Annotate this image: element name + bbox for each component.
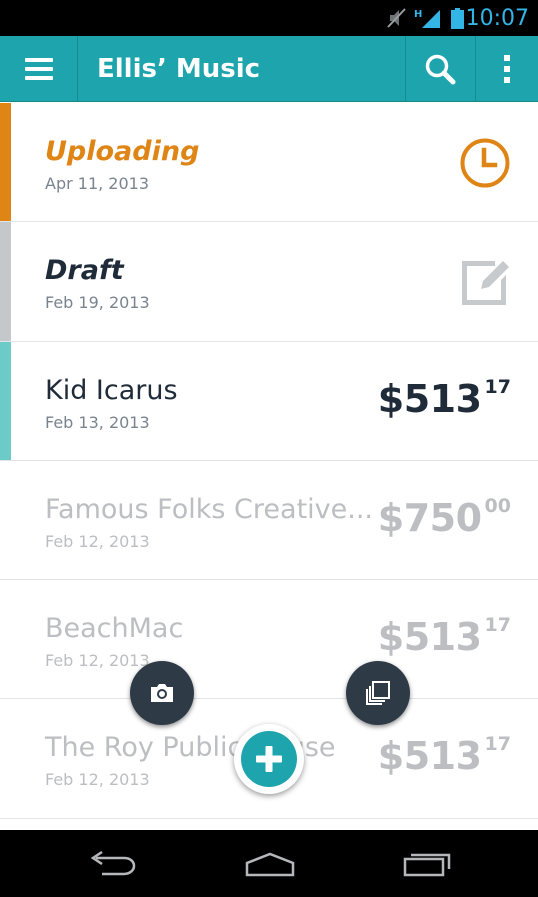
mute-icon [385,0,407,36]
item-amount: $513 17 [377,614,511,660]
status-stripe [0,103,11,222]
item-title: Draft [45,255,124,287]
item-date: Feb 19, 2013 [45,293,150,313]
app-bar: Ellis’ Music [0,36,538,102]
status-bar: H 10:07 [0,0,538,36]
item-title: Kid Icarus [45,374,178,406]
back-icon [90,850,136,875]
add-button-circle [241,731,297,787]
amount-cents: 17 [484,375,511,398]
amount-dollars: $513 [377,376,482,421]
overflow-menu-icon [503,55,510,83]
item-date: Feb 13, 2013 [45,412,150,432]
app-bar-divider [77,36,78,102]
add-icon [256,746,282,772]
search-button[interactable] [405,36,475,102]
list-item[interactable]: Famous Folks Creative... Feb 12, 2013 $7… [0,460,538,581]
amount-cents: 17 [484,614,511,637]
signal-type-label: H [414,9,422,20]
list-item-draft[interactable]: Draft Feb 19, 2013 [0,222,538,342]
amount-dollars: $513 [377,734,482,779]
recents-button[interactable] [378,830,478,897]
signal-icon: H [414,0,440,36]
item-title: Uploading [45,136,200,167]
item-title: BeachMac [45,613,184,645]
menu-icon [24,58,53,80]
home-icon [245,852,295,876]
overflow-menu-button[interactable] [475,36,538,102]
list-item[interactable]: Kid Icarus Feb 13, 2013 $513 17 [0,341,538,461]
copy-icon [366,681,390,705]
battery-icon [451,0,464,36]
item-date: Feb 12, 2013 [45,770,150,790]
app-title: Ellis’ Music [97,54,261,84]
add-button[interactable] [234,724,304,794]
clock-text: 10:07 [465,5,529,31]
item-date: Feb 12, 2013 [45,531,150,551]
item-amount: $750 00 [377,494,511,540]
edit-icon [462,261,509,306]
copy-button[interactable] [346,661,410,725]
back-button[interactable] [62,830,162,897]
amount-cents: 00 [484,494,511,517]
camera-button[interactable] [130,661,194,725]
item-title: Famous Folks Creative... [45,493,373,525]
item-date: Feb 12, 2013 [45,651,150,671]
amount-dollars: $750 [377,495,482,540]
item-amount: $513 17 [377,733,511,779]
status-stripe [0,341,11,460]
amount-dollars: $513 [377,615,482,660]
navigation-bar [0,830,538,897]
amount-cents: 17 [484,733,511,756]
clock-icon [460,138,510,188]
home-button[interactable] [220,830,320,897]
expense-list: Uploading Apr 11, 2013 Draft Feb 19, 201… [0,103,538,819]
list-item[interactable]: BeachMac Feb 12, 2013 $513 17 [0,580,538,700]
menu-button[interactable] [0,36,77,102]
search-icon [425,54,456,85]
camera-icon [151,684,173,702]
item-amount: $513 17 [377,375,511,421]
item-date: Apr 11, 2013 [45,174,150,193]
list-item-uploading[interactable]: Uploading Apr 11, 2013 [0,103,538,223]
recents-icon [403,853,451,876]
status-stripe [0,222,11,341]
